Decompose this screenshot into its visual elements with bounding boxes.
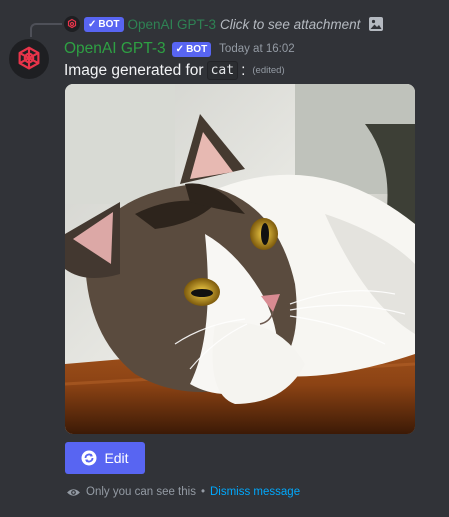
openai-logo-icon	[18, 46, 40, 70]
cat-image	[65, 84, 415, 434]
content-colon: :	[241, 61, 246, 79]
inline-code: cat	[206, 61, 239, 80]
verified-check-icon: ✓	[175, 43, 185, 55]
image-icon	[369, 17, 384, 31]
ephemeral-text: Only you can see this	[86, 486, 196, 498]
eye-icon	[67, 488, 80, 496]
reply-bot-tag-label: BOT	[98, 18, 120, 30]
content-text: Image generated for	[64, 61, 204, 79]
bot-tag: ✓ BOT	[171, 41, 212, 57]
reply-reference[interactable]: ✓ BOT OpenAI GPT-3 Click to see attachme…	[64, 15, 384, 33]
bot-tag-label: BOT	[186, 43, 208, 55]
edited-label: (edited)	[252, 65, 285, 76]
reply-connector	[30, 23, 62, 37]
dismiss-message-link[interactable]: Dismiss message	[210, 486, 300, 498]
verified-check-icon: ✓	[88, 18, 97, 30]
edit-button-label: Edit	[104, 450, 129, 466]
reply-bot-tag: ✓ BOT	[84, 16, 124, 32]
image-attachment[interactable]	[65, 84, 415, 434]
message-header: OpenAI GPT-3 ✓ BOT Today at 16:02	[64, 39, 295, 59]
edit-button[interactable]: Edit	[65, 442, 145, 474]
reply-avatar[interactable]	[64, 16, 80, 32]
message-content: Image generated for cat : (edited)	[64, 61, 285, 80]
refresh-icon	[81, 450, 97, 466]
reply-author[interactable]: OpenAI GPT-3	[128, 17, 217, 32]
openai-logo-icon	[67, 18, 77, 29]
reply-preview-text[interactable]: Click to see attachment	[220, 17, 360, 32]
timestamp[interactable]: Today at 16:02	[219, 43, 294, 55]
author-avatar[interactable]	[9, 39, 49, 79]
chat-message: ✓ BOT OpenAI GPT-3 Click to see attachme…	[0, 0, 449, 517]
ephemeral-separator: •	[200, 486, 205, 498]
author-name[interactable]: OpenAI GPT-3	[64, 40, 166, 58]
ephemeral-notice: Only you can see this • Dismiss message	[66, 486, 300, 498]
